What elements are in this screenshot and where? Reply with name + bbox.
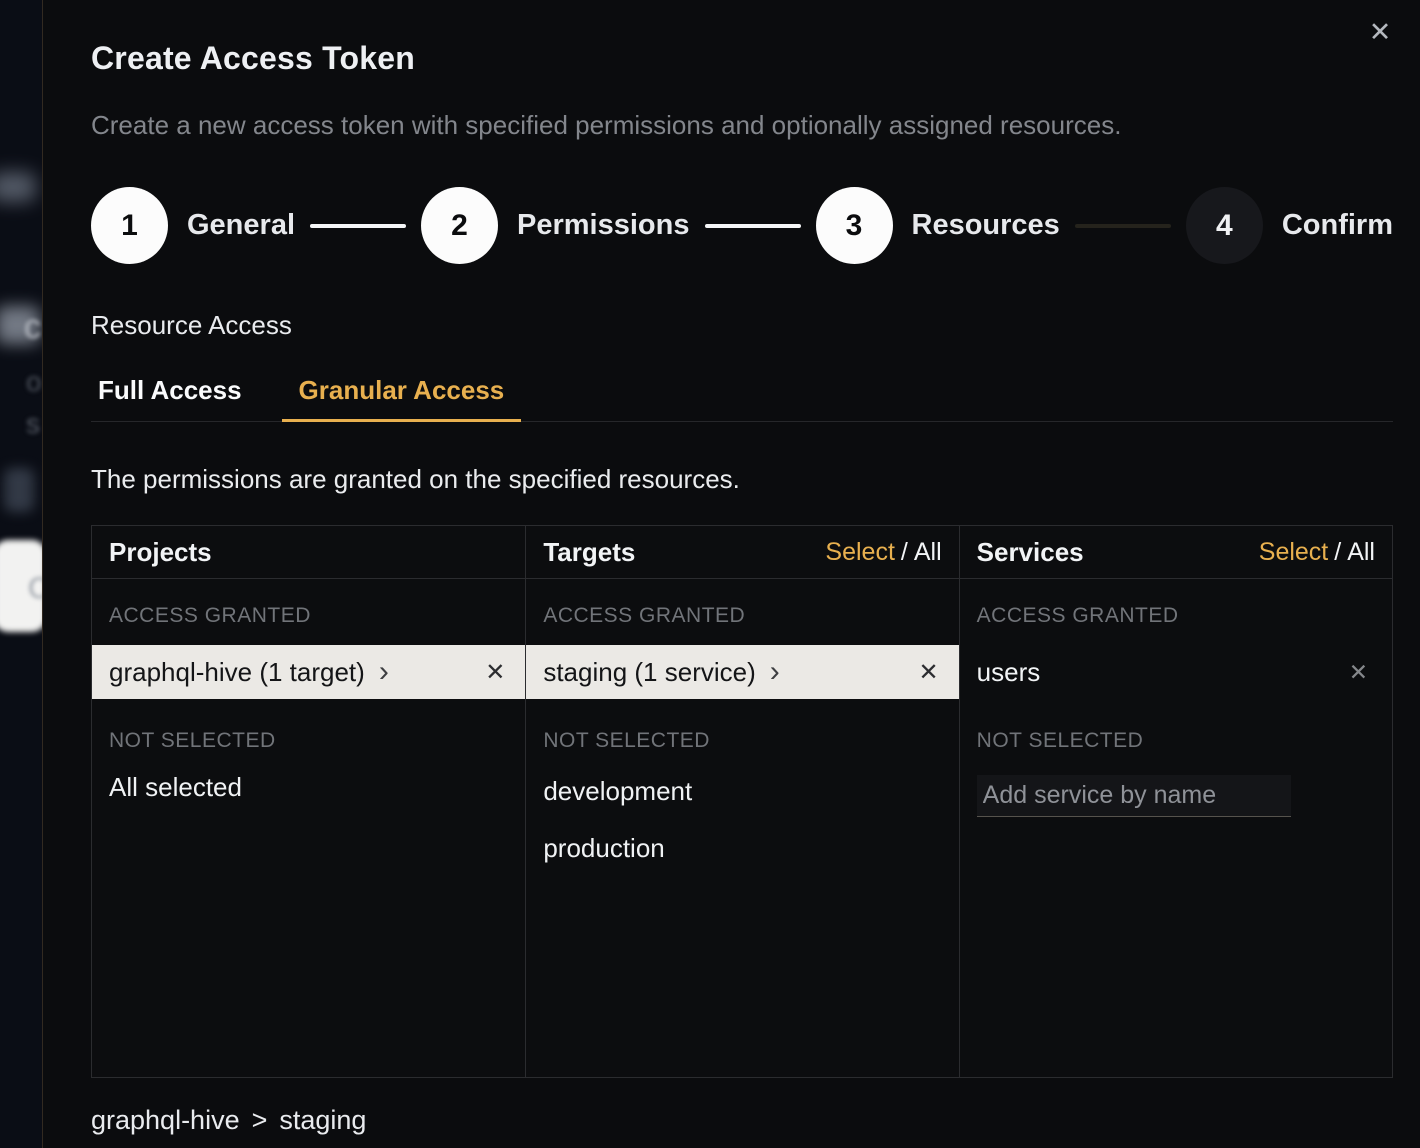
- step-number: 4: [1186, 187, 1263, 264]
- breadcrumb-project: graphql-hive: [91, 1105, 240, 1136]
- create-access-token-dialog: ✕ Create Access Token Create a new acces…: [42, 0, 1420, 1148]
- access-mode-tabs: Full Access Granular Access: [91, 375, 1393, 422]
- services-header-title: Services: [977, 537, 1084, 568]
- step-number: 3: [816, 187, 893, 264]
- step-confirm: 4 Confirm: [1186, 187, 1393, 264]
- background-page: c o s C: [0, 0, 42, 1148]
- services-column: Services Select/All ACCESS GRANTED users…: [959, 526, 1392, 1077]
- select-all-divider: /: [1334, 538, 1341, 566]
- close-icon[interactable]: ✕: [1360, 12, 1400, 52]
- step-general[interactable]: 1 General: [91, 187, 295, 264]
- add-service-input[interactable]: [977, 775, 1291, 817]
- projects-all-selected-text: All selected: [92, 763, 525, 812]
- selected-project-row[interactable]: graphql-hive (1 target) › ✕: [92, 645, 525, 699]
- step-label: Resources: [912, 209, 1060, 242]
- selected-project-label: graphql-hive (1 target): [109, 657, 365, 688]
- step-connector: [1075, 224, 1171, 228]
- background-blur-glyph: C: [28, 572, 42, 606]
- projects-column: Projects ACCESS GRANTED graphql-hive (1 …: [92, 526, 525, 1077]
- tab-full-access[interactable]: Full Access: [91, 375, 252, 421]
- targets-header-title: Targets: [543, 537, 635, 568]
- resource-access-heading: Resource Access: [91, 310, 1392, 341]
- access-granted-label: ACCESS GRANTED: [960, 579, 1392, 638]
- background-blur-blob: [4, 468, 34, 512]
- not-selected-label: NOT SELECTED: [960, 699, 1392, 763]
- remove-target-icon[interactable]: ✕: [919, 658, 939, 687]
- granular-access-note: The permissions are granted on the speci…: [91, 464, 1392, 495]
- selected-target-label: staging (1 service): [543, 657, 755, 688]
- breadcrumb: graphql-hive > staging: [91, 1105, 1392, 1136]
- granted-service-label: users: [977, 657, 1041, 688]
- chevron-right-icon: ›: [770, 660, 780, 684]
- step-resources[interactable]: 3 Resources: [816, 187, 1060, 264]
- selected-target-row[interactable]: staging (1 service) › ✕: [526, 645, 958, 699]
- target-option-production[interactable]: production: [526, 820, 958, 877]
- step-number: 1: [91, 187, 168, 264]
- granted-service-row: users ✕: [960, 645, 1392, 699]
- step-permissions[interactable]: 2 Permissions: [421, 187, 689, 264]
- wizard-stepper: 1 General 2 Permissions 3 Resources 4 Co…: [91, 187, 1393, 264]
- dialog-description: Create a new access token with specified…: [91, 110, 1392, 141]
- targets-all-link[interactable]: All: [914, 538, 942, 566]
- breadcrumb-target: staging: [279, 1105, 366, 1136]
- targets-column-header: Targets Select/All: [526, 526, 958, 579]
- resource-picker-table: Projects ACCESS GRANTED graphql-hive (1 …: [91, 525, 1393, 1078]
- services-column-header: Services Select/All: [960, 526, 1392, 579]
- services-select-link[interactable]: Select: [1259, 538, 1328, 566]
- chevron-right-icon: ›: [379, 660, 389, 684]
- background-blur-text: s: [26, 408, 40, 440]
- projects-column-header: Projects: [92, 526, 525, 579]
- services-select-all: Select/All: [1259, 538, 1375, 567]
- breadcrumb-separator: >: [252, 1105, 268, 1136]
- not-selected-label: NOT SELECTED: [92, 699, 525, 763]
- remove-service-icon[interactable]: ✕: [1349, 659, 1368, 686]
- step-label: Permissions: [517, 209, 689, 242]
- step-label: Confirm: [1282, 209, 1393, 242]
- tab-granular-access[interactable]: Granular Access: [282, 375, 522, 421]
- projects-header-title: Projects: [109, 537, 212, 568]
- services-all-link[interactable]: All: [1347, 538, 1375, 566]
- not-selected-label: NOT SELECTED: [526, 699, 958, 763]
- select-all-divider: /: [901, 538, 908, 566]
- targets-select-link[interactable]: Select: [825, 538, 894, 566]
- access-granted-label: ACCESS GRANTED: [92, 579, 525, 638]
- remove-project-icon[interactable]: ✕: [485, 658, 505, 687]
- step-number: 2: [421, 187, 498, 264]
- background-blur-blob: [0, 172, 36, 202]
- targets-select-all: Select/All: [825, 538, 941, 567]
- dialog-title: Create Access Token: [91, 40, 1392, 77]
- targets-column: Targets Select/All ACCESS GRANTED stagin…: [525, 526, 958, 1077]
- target-option-development[interactable]: development: [526, 763, 958, 820]
- background-blur-text: o: [26, 366, 42, 398]
- step-label: General: [187, 209, 295, 242]
- step-connector: [310, 224, 406, 228]
- background-blur-text: c: [24, 308, 41, 347]
- access-granted-label: ACCESS GRANTED: [526, 579, 958, 638]
- step-connector: [705, 224, 801, 228]
